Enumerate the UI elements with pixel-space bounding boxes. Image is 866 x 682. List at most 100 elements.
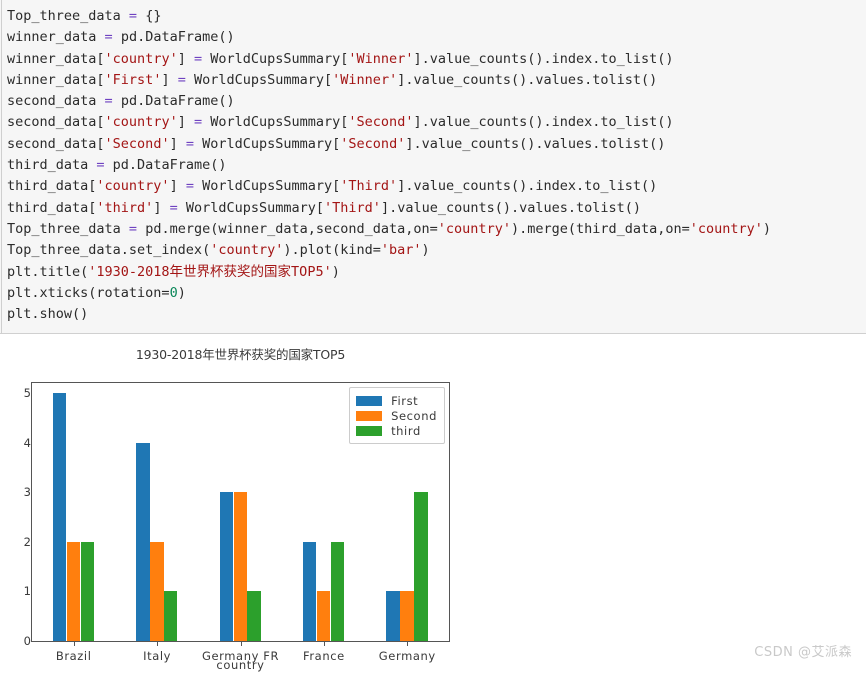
code-token: 0 (169, 284, 178, 301)
code-token: WorldCupsSummary[ (177, 199, 325, 216)
code-line: third_data['country'] = WorldCupsSummary… (7, 176, 771, 197)
y-tick-label: 0 (23, 634, 31, 648)
code-token: ] (161, 71, 178, 88)
bar (219, 492, 234, 641)
code-token: 'Third' (340, 178, 398, 195)
code-token: 'Winner' (348, 50, 414, 67)
x-tick-mark (157, 642, 159, 646)
code-token: WorldCupsSummary[ (193, 135, 341, 152)
x-tick-mark (407, 642, 409, 646)
code-token: = (185, 178, 194, 195)
code-token: WorldCupsSummary[ (193, 178, 341, 195)
x-tick-mark (240, 642, 242, 646)
code-token: ) (331, 263, 340, 280)
matplotlib-figure: 1930-2018年世界杯获奖的国家TOP5 0 1 2 3 4 5 First Secon… (0, 334, 500, 678)
code-token: 'First' (104, 71, 162, 88)
bar (316, 591, 331, 641)
code-token: 'Second' (104, 135, 170, 152)
code-token: ] (177, 114, 194, 131)
code-token: = (177, 71, 186, 88)
code-token: second_data[ (7, 114, 105, 131)
bar (247, 591, 261, 641)
code-token: WorldCupsSummary[ (202, 50, 349, 67)
bar (150, 541, 164, 641)
code-token: third_data[ (7, 178, 97, 195)
code-token: third_data (7, 157, 97, 174)
code-token: 'country' (210, 242, 284, 259)
code-token: 'Second' (348, 114, 414, 131)
code-token: WorldCupsSummary[ (202, 114, 349, 131)
bar (330, 541, 345, 641)
code-token: 'country' (104, 50, 178, 67)
legend-color-swatch (356, 425, 383, 436)
code-token: second_data[ (7, 135, 105, 152)
code-token: ) (762, 220, 772, 237)
code-token: winner_data[ (7, 71, 105, 88)
bar (164, 591, 178, 641)
x-axis-label: country (216, 658, 265, 672)
code-token: 'Winner' (332, 71, 398, 88)
code-token: {} (137, 8, 162, 24)
code-token: = (193, 50, 203, 67)
code-token: Top_three_data (7, 220, 129, 237)
y-tick-label: 2 (23, 534, 31, 549)
code-line: plt.xticks(rotation=0) (7, 283, 771, 304)
code-token: ].value_counts().index.to_list() (413, 50, 674, 67)
code-token: 'country' (96, 178, 170, 195)
code-token: = (169, 199, 178, 216)
bar (66, 541, 81, 641)
code-block-left-rule (1, 0, 2, 334)
code-line: winner_data['First'] = WorldCupsSummary[… (7, 70, 771, 91)
code-token: 'Third' (324, 199, 381, 216)
legend-label: First (391, 393, 419, 408)
watermark: CSDN @艾派森 (754, 645, 852, 660)
code-token: 'bar' (380, 242, 422, 259)
code-line: third_data['third'] = WorldCupsSummary['… (7, 198, 771, 219)
code-token: pd.DataFrame() (112, 29, 235, 46)
code-token: plt.xticks(rotation= (7, 284, 170, 301)
code-line: plt.title('1930-2018年世界杯获奖的国家TOP5') (7, 262, 771, 283)
code-token: ] (169, 178, 186, 195)
code-token: 'country' (104, 114, 178, 131)
code-token: pd.merge(winner_data,second_data,on= (137, 220, 438, 237)
y-axis: 0 1 2 3 4 5 (8, 382, 35, 648)
y-tick-label: 3 (23, 485, 31, 500)
code-token: 'country' (689, 220, 763, 237)
code-token: ].value_counts().values.tolist() (397, 71, 658, 88)
code-token: pd.DataFrame() (104, 157, 227, 174)
code-token: ].value_counts().values.tolist() (380, 199, 642, 216)
bar (136, 442, 150, 641)
legend-item[interactable]: Second (356, 408, 437, 423)
legend-item[interactable]: third (356, 423, 437, 438)
code-token: plt.show() (7, 306, 89, 323)
code-line: second_data['Second'] = WorldCupsSummary… (7, 134, 771, 155)
legend-color-swatch (356, 395, 383, 406)
x-tick-mark (73, 642, 75, 646)
code-token: pd.DataFrame() (112, 93, 235, 110)
code-line: Top_three_data = {} (7, 6, 771, 27)
code-token: ] (177, 50, 194, 67)
code-token: ) (177, 284, 186, 301)
code-token: 'third' (96, 199, 154, 216)
code-token: ] (153, 199, 170, 216)
x-tick-mark (323, 642, 325, 646)
code-token: 'country' (437, 220, 511, 237)
code-token: ] (169, 135, 186, 152)
code-token: 'Second' (340, 135, 406, 152)
code-token: = (193, 114, 203, 131)
code-token: second_data (7, 93, 105, 110)
chart-legend[interactable]: First Second third (349, 387, 445, 444)
code-token: = (185, 135, 194, 152)
code-line: second_data['country'] = WorldCupsSummar… (7, 112, 771, 133)
chart-title: 1930-2018年世界杯获奖的国家TOP5 (135, 347, 346, 362)
code-token: Top_three_data (7, 8, 129, 24)
y-tick-label: 5 (23, 385, 31, 400)
code-listing[interactable]: Top_three_data = {} winner_data = pd.Data… (7, 6, 771, 325)
code-token: ).merge(third_data,on= (510, 220, 690, 237)
code-line: second_data = pd.DataFrame() (7, 91, 771, 112)
legend-label: Second (391, 408, 437, 423)
code-token: ).plot(kind= (283, 242, 381, 259)
code-block: Top_three_data = {} winner_data = pd.Data… (0, 0, 866, 334)
legend-item[interactable]: First (356, 393, 437, 408)
code-token: plt.title( (7, 263, 89, 280)
